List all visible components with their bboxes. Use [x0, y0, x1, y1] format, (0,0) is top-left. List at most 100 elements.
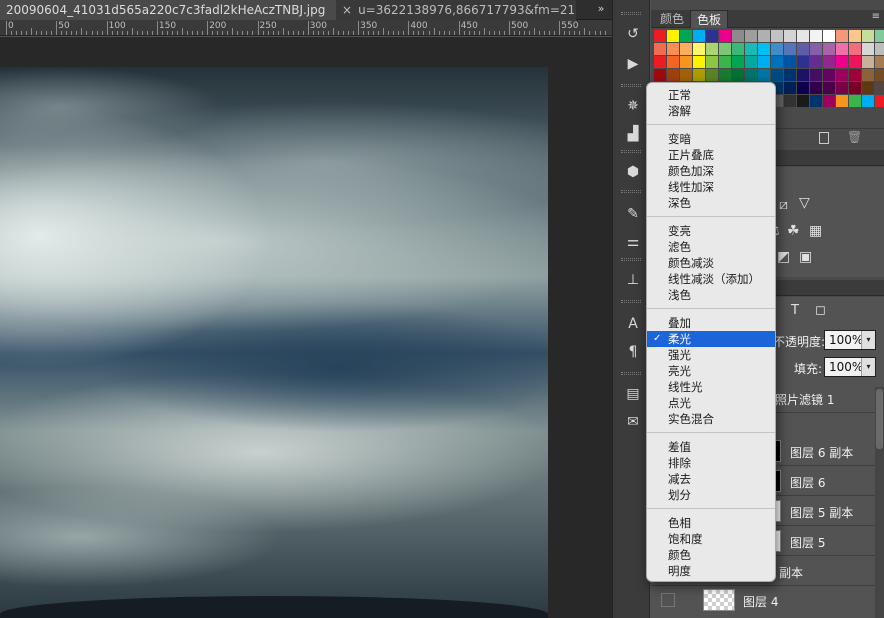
color-swatch[interactable] [823, 30, 835, 42]
color-swatch[interactable] [758, 30, 770, 42]
color-swatch[interactable] [823, 69, 835, 81]
color-swatch[interactable] [719, 30, 731, 42]
character-icon[interactable]: A [621, 314, 645, 334]
color-swatch[interactable] [732, 69, 744, 81]
blend-mode-item[interactable]: 变亮 [647, 223, 775, 239]
chevron-down-icon[interactable]: ▾ [861, 331, 875, 349]
color-swatch[interactable] [693, 43, 705, 55]
color-swatch[interactable] [797, 69, 809, 81]
color-swatch[interactable] [771, 69, 783, 81]
blend-mode-item[interactable]: 滤色 [647, 239, 775, 255]
color-swatch[interactable] [823, 95, 835, 107]
color-swatch[interactable] [836, 82, 848, 94]
blend-mode-item[interactable]: 颜色 [647, 547, 775, 563]
chevron-down-icon[interactable]: ▾ [861, 358, 875, 376]
canvas-area[interactable] [0, 37, 612, 618]
document-image[interactable] [0, 67, 548, 618]
color-swatch[interactable] [797, 56, 809, 68]
blend-mode-item[interactable]: 正常 [647, 87, 775, 103]
color-swatch[interactable] [706, 56, 718, 68]
color-swatch[interactable] [836, 30, 848, 42]
invert-icon[interactable]: ◩ [777, 249, 790, 265]
curves-icon[interactable]: ⧄ [779, 197, 788, 213]
blend-mode-item[interactable]: 颜色减淡 [647, 255, 775, 271]
levels-icon[interactable]: ▟ [621, 124, 645, 144]
color-swatch[interactable] [719, 56, 731, 68]
color-swatch[interactable] [784, 30, 796, 42]
panel-grip[interactable] [621, 150, 641, 153]
tab-overflow-icon[interactable]: » [590, 0, 612, 20]
color-swatch[interactable] [654, 43, 666, 55]
tab-swatches[interactable]: 色板 [690, 10, 729, 28]
color-swatch[interactable] [706, 69, 718, 81]
color-swatch[interactable] [680, 43, 692, 55]
wheel-icon[interactable]: ✵ [621, 96, 645, 116]
color-swatch[interactable] [862, 69, 874, 81]
document-tab-active[interactable]: 20090604_41031d565a220c7c3fadl2kHeAczTNB… [0, 0, 336, 20]
blend-mode-item[interactable]: 减去 [647, 471, 775, 487]
document-tab-second[interactable]: × u=3622138976,866717793&fm=21& [336, 0, 576, 20]
color-swatch[interactable] [823, 56, 835, 68]
blend-mode-item[interactable]: 强光 [647, 347, 775, 363]
color-swatch[interactable] [719, 69, 731, 81]
comments-icon[interactable]: ✉ [621, 412, 645, 432]
color-swatch[interactable] [875, 82, 884, 94]
blend-mode-item[interactable]: 明度 [647, 563, 775, 579]
blend-mode-item[interactable]: 亮光 [647, 363, 775, 379]
exposure-icon[interactable]: ▽ [799, 195, 810, 211]
panel-grip[interactable] [621, 372, 641, 375]
color-swatch[interactable] [836, 56, 848, 68]
blend-mode-item[interactable]: 差值 [647, 439, 775, 455]
new-swatch-icon[interactable] [819, 132, 829, 144]
shape-filter-icon[interactable]: ◻ [815, 303, 826, 318]
color-swatch[interactable] [797, 82, 809, 94]
panel-menu-icon[interactable]: ≡ [872, 11, 880, 22]
blend-mode-item[interactable]: 排除 [647, 455, 775, 471]
color-swatch[interactable] [667, 69, 679, 81]
color-swatch[interactable] [849, 30, 861, 42]
color-swatch[interactable] [706, 43, 718, 55]
notes-icon[interactable]: ▤ [621, 384, 645, 404]
tab-color[interactable]: 颜色 [654, 10, 690, 28]
color-swatch[interactable] [810, 30, 822, 42]
fill-input[interactable]: 100% ▾ [824, 357, 876, 377]
color-swatch[interactable] [810, 43, 822, 55]
color-swatch[interactable] [680, 30, 692, 42]
cube-icon[interactable]: ⬢ [621, 162, 645, 182]
color-swatch[interactable] [758, 43, 770, 55]
close-icon[interactable]: × [342, 3, 352, 17]
color-swatch[interactable] [849, 56, 861, 68]
color-swatch[interactable] [732, 30, 744, 42]
blend-mode-item[interactable]: 溶解 [647, 103, 775, 119]
sliders-icon[interactable]: ⚌ [621, 232, 645, 252]
panel-grip[interactable] [621, 84, 641, 87]
color-swatch[interactable] [797, 43, 809, 55]
color-swatch[interactable] [667, 30, 679, 42]
color-swatch[interactable] [693, 56, 705, 68]
blend-mode-item[interactable]: 线性减淡（添加） [647, 271, 775, 287]
blend-mode-item[interactable]: 划分 [647, 487, 775, 503]
blend-mode-item[interactable]: 叠加 [647, 315, 775, 331]
color-swatch[interactable] [654, 30, 666, 42]
color-swatch[interactable] [849, 82, 861, 94]
color-swatch[interactable] [823, 82, 835, 94]
color-swatch[interactable] [810, 95, 822, 107]
color-swatch[interactable] [797, 95, 809, 107]
color-swatch[interactable] [771, 56, 783, 68]
paragraph-icon[interactable]: ¶ [621, 342, 645, 362]
color-swatch[interactable] [849, 43, 861, 55]
blend-mode-item[interactable]: 正片叠底 [647, 147, 775, 163]
color-swatch[interactable] [771, 30, 783, 42]
layer-row[interactable]: 图层 4 [651, 585, 875, 618]
color-swatch[interactable] [810, 82, 822, 94]
color-swatch[interactable] [810, 69, 822, 81]
panel-grip[interactable] [621, 190, 641, 193]
color-swatch[interactable] [732, 56, 744, 68]
color-swatch[interactable] [654, 69, 666, 81]
history-brush-icon[interactable]: ↺ [621, 24, 645, 44]
panel-grip[interactable] [621, 300, 641, 303]
color-swatch[interactable] [771, 43, 783, 55]
blend-mode-item[interactable]: 饱和度 [647, 531, 775, 547]
color-swatch[interactable] [680, 69, 692, 81]
color-swatch[interactable] [667, 43, 679, 55]
